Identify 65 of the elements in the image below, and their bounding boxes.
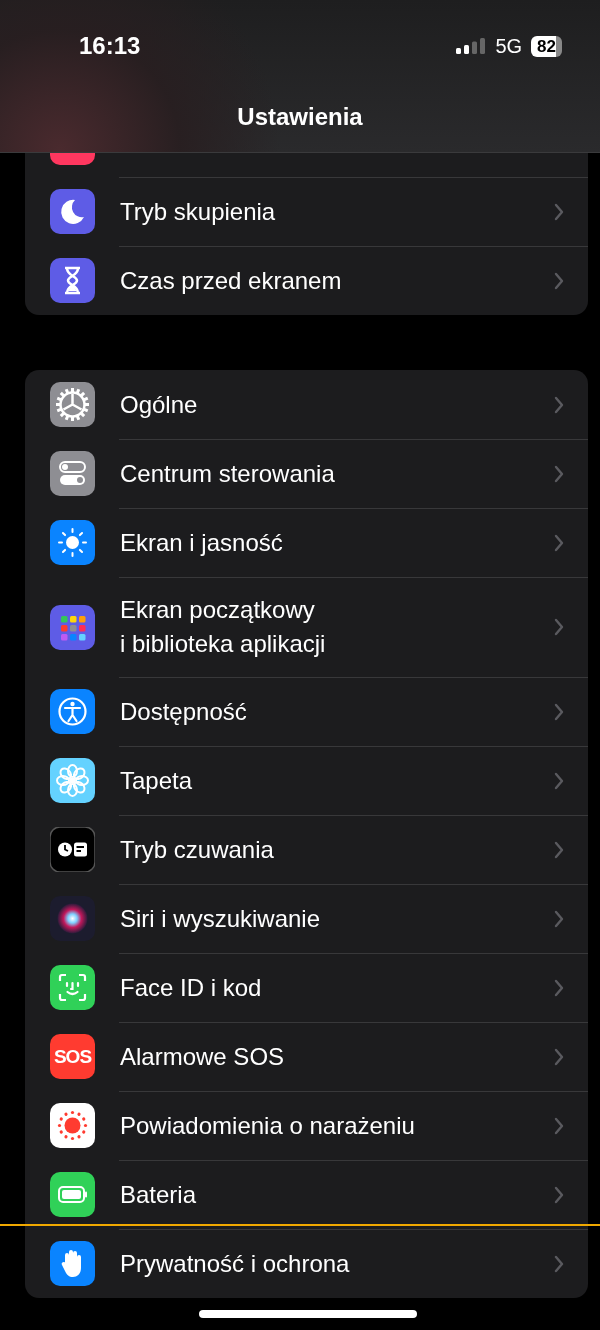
settings-row[interactable]: Ogólne bbox=[25, 370, 588, 439]
row-label: Tryb skupienia bbox=[120, 196, 277, 227]
row-label: Powiadomienia o narażeniu bbox=[120, 1110, 416, 1141]
row-label: Prywatność i ochrona bbox=[120, 1248, 351, 1279]
battery-icon bbox=[50, 1172, 95, 1217]
chevron-icon bbox=[554, 464, 564, 483]
settings-row[interactable]: Dostępność bbox=[25, 677, 588, 746]
settings-row[interactable]: Ekran i jasność bbox=[25, 508, 588, 577]
chevron-icon bbox=[554, 1254, 564, 1273]
settings-row[interactable]: Powiadomienia o narażeniu bbox=[25, 1091, 588, 1160]
settings-row[interactable]: Tryb skupienia bbox=[25, 177, 588, 246]
row-label: Siri i wyszukiwanie bbox=[120, 903, 322, 934]
chevron-icon bbox=[554, 978, 564, 997]
hourglass-icon bbox=[50, 258, 95, 303]
toggles-icon bbox=[50, 451, 95, 496]
settings-row[interactable]: Siri i wyszukiwanie bbox=[25, 884, 588, 953]
hand-icon bbox=[50, 1241, 95, 1286]
chevron-icon bbox=[554, 395, 564, 414]
row-label: Alarmowe SOS bbox=[120, 1041, 286, 1072]
row-label: Bateria bbox=[120, 1179, 198, 1210]
row-label: Ekran początkowy i biblioteka aplikacji bbox=[120, 595, 327, 659]
sun-icon bbox=[50, 520, 95, 565]
chevron-icon bbox=[554, 702, 564, 721]
clock-icon bbox=[50, 827, 95, 872]
chevron-icon bbox=[554, 771, 564, 790]
row-label: Ekran i jasność bbox=[120, 527, 284, 558]
row-label: Centrum sterowania bbox=[120, 458, 336, 489]
settings-row[interactable]: Bateria bbox=[25, 1160, 588, 1229]
row-label: Ogólne bbox=[120, 389, 199, 420]
sos-icon: SOS bbox=[50, 1034, 95, 1079]
flower-icon bbox=[50, 758, 95, 803]
settings-row[interactable]: SOS Alarmowe SOS bbox=[25, 1022, 588, 1091]
network-label: 5G bbox=[495, 34, 523, 58]
settings-row[interactable]: Tryb czuwania bbox=[25, 815, 588, 884]
chevron-icon bbox=[554, 840, 564, 859]
settings-row[interactable]: Czas przed ekranem bbox=[25, 246, 588, 315]
chevron-icon bbox=[554, 618, 564, 636]
app-grid-icon bbox=[50, 604, 95, 650]
row-label: Face ID i kod bbox=[120, 972, 263, 1003]
moon-icon bbox=[50, 189, 95, 234]
settings-row[interactable]: Centrum sterowania bbox=[25, 439, 588, 508]
chevron-icon bbox=[554, 533, 564, 552]
chevron-icon bbox=[554, 271, 564, 290]
settings-row[interactable]: Prywatność i ochrona bbox=[25, 1229, 588, 1298]
chevron-icon bbox=[554, 202, 564, 221]
face-icon bbox=[50, 965, 95, 1010]
row-label: Tryb czuwania bbox=[120, 834, 275, 865]
battery-indicator: 82 bbox=[531, 35, 562, 57]
settings-row[interactable]: Ekran początkowy i biblioteka aplikacji bbox=[25, 577, 588, 677]
chevron-icon bbox=[554, 1116, 564, 1135]
settings-row[interactable]: Tapeta bbox=[25, 746, 588, 815]
chevron-icon bbox=[554, 909, 564, 928]
row-label: Czas przed ekranem bbox=[120, 265, 343, 296]
row-label: Tapeta bbox=[120, 765, 194, 796]
chevron-icon bbox=[554, 1185, 564, 1204]
signal-icon bbox=[456, 38, 487, 54]
gear-icon bbox=[50, 382, 95, 427]
sun-dots-icon bbox=[50, 1103, 95, 1148]
orb-icon bbox=[50, 896, 95, 941]
status-time: 16:13 bbox=[79, 32, 141, 60]
row-label: Dostępność bbox=[120, 696, 248, 727]
window-title: Ustawienia bbox=[237, 103, 363, 131]
chevron-icon bbox=[554, 1047, 564, 1066]
accessibility-icon bbox=[50, 689, 95, 734]
settings-row[interactable]: Face ID i kod bbox=[25, 953, 588, 1022]
